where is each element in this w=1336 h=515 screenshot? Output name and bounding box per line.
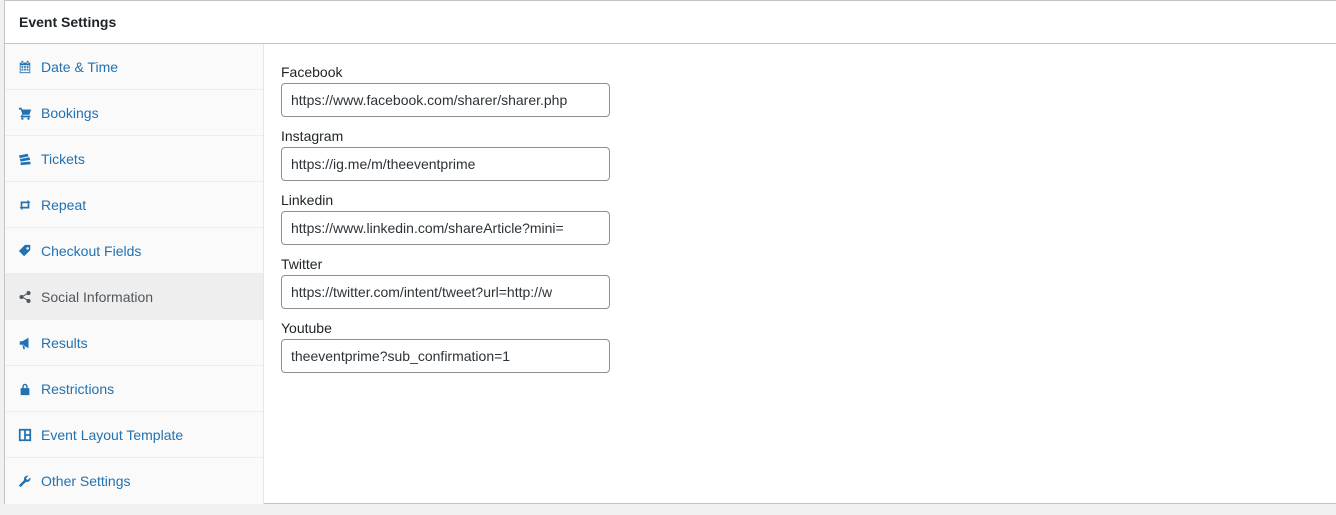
settings-sidebar: Date & Time Bookings Tickets Repeat Chec…	[5, 44, 264, 504]
linkedin-field-group: Linkedin	[281, 192, 1336, 245]
sidebar-item-restrictions[interactable]: Restrictions	[5, 366, 263, 412]
youtube-label: Youtube	[281, 320, 332, 336]
event-settings-panel: Event Settings Date & Time Bookings Tick	[4, 0, 1336, 504]
twitter-label: Twitter	[281, 256, 323, 272]
instagram-url-input[interactable]	[281, 147, 610, 181]
linkedin-label: Linkedin	[281, 192, 334, 208]
sidebar-item-other-settings[interactable]: Other Settings	[5, 458, 263, 504]
sidebar-item-label: Results	[41, 334, 88, 351]
tag-icon	[17, 243, 33, 259]
sidebar-item-label: Other Settings	[41, 473, 131, 489]
linkedin-url-input[interactable]	[281, 211, 610, 245]
sidebar-item-social-information[interactable]: Social Information	[5, 274, 263, 320]
twitter-field-group: Twitter	[281, 256, 1336, 309]
layout-icon	[17, 427, 33, 443]
panel-header: Event Settings	[5, 1, 1336, 44]
sidebar-item-label: Repeat	[41, 196, 87, 213]
lock-icon	[17, 381, 33, 397]
wrench-icon	[17, 473, 33, 489]
instagram-field-group: Instagram	[281, 128, 1336, 181]
twitter-url-input[interactable]	[281, 275, 610, 309]
facebook-url-input[interactable]	[281, 83, 610, 117]
social-information-form: Facebook Instagram Linkedin Twitter Yout…	[264, 44, 1336, 504]
facebook-label: Facebook	[281, 64, 343, 80]
sidebar-item-checkout-fields[interactable]: Checkout Fields	[5, 228, 263, 274]
sidebar-item-label: Social Information	[41, 288, 154, 305]
sidebar-item-label: Event Layout Template	[41, 426, 184, 443]
calendar-icon	[17, 59, 33, 75]
sidebar-item-bookings[interactable]: Bookings	[5, 90, 263, 136]
sidebar-item-results[interactable]: Results	[5, 320, 263, 366]
sidebar-item-date-time[interactable]: Date & Time	[5, 44, 263, 90]
repeat-icon	[17, 197, 33, 213]
sidebar-item-label: Bookings	[41, 104, 99, 121]
sidebar-item-repeat[interactable]: Repeat	[5, 182, 263, 228]
panel-title: Event Settings	[19, 14, 117, 30]
share-icon	[17, 289, 33, 305]
sidebar-item-label: Tickets	[41, 150, 85, 167]
youtube-url-input[interactable]	[281, 339, 610, 373]
sidebar-item-label: Checkout Fields	[41, 242, 142, 259]
tickets-icon	[17, 151, 33, 167]
megaphone-icon	[17, 335, 33, 351]
youtube-field-group: Youtube	[281, 320, 1336, 373]
panel-body: Date & Time Bookings Tickets Repeat Chec…	[5, 44, 1336, 504]
sidebar-item-label: Date & Time	[41, 58, 119, 75]
sidebar-item-event-layout-template[interactable]: Event Layout Template	[5, 412, 263, 458]
cart-icon	[17, 105, 33, 121]
instagram-label: Instagram	[281, 128, 344, 144]
sidebar-item-tickets[interactable]: Tickets	[5, 136, 263, 182]
sidebar-item-label: Restrictions	[41, 380, 115, 397]
facebook-field-group: Facebook	[281, 64, 1336, 117]
